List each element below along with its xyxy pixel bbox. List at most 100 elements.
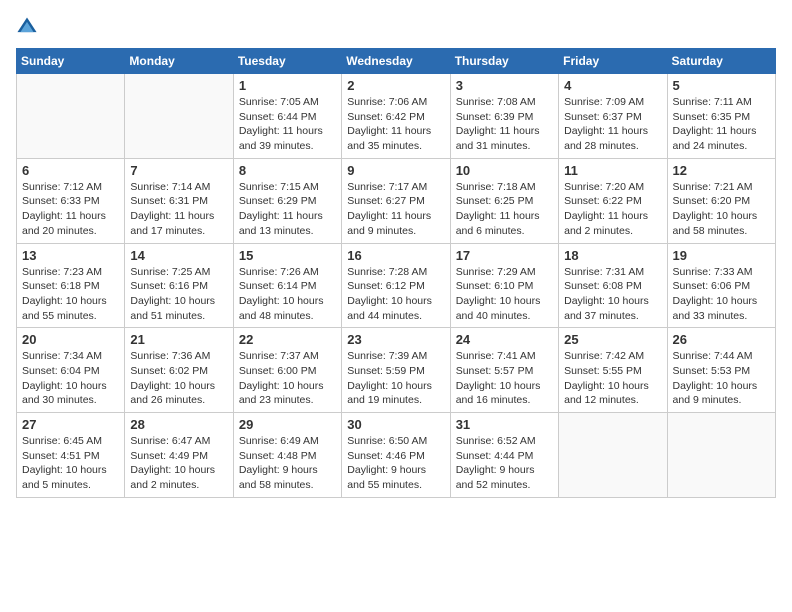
day-info: Sunrise: 7:34 AM Sunset: 6:04 PM Dayligh… xyxy=(22,349,119,408)
calendar-day-cell: 8 Sunrise: 7:15 AM Sunset: 6:29 PM Daylig… xyxy=(233,158,341,243)
calendar-day-cell: 11 Sunrise: 7:20 AM Sunset: 6:22 PM Dayli… xyxy=(559,158,667,243)
day-number: 16 xyxy=(347,248,444,263)
day-of-week-header: Friday xyxy=(559,49,667,74)
calendar-day-cell: 12 Sunrise: 7:21 AM Sunset: 6:20 PM Dayli… xyxy=(667,158,775,243)
calendar-day-cell xyxy=(667,413,775,498)
day-info: Sunrise: 7:25 AM Sunset: 6:16 PM Dayligh… xyxy=(130,265,227,324)
day-info: Sunrise: 7:26 AM Sunset: 6:14 PM Dayligh… xyxy=(239,265,336,324)
calendar-day-cell: 21 Sunrise: 7:36 AM Sunset: 6:02 PM Dayli… xyxy=(125,328,233,413)
day-info: Sunrise: 7:20 AM Sunset: 6:22 PM Dayligh… xyxy=(564,180,661,239)
day-number: 20 xyxy=(22,332,119,347)
page-header xyxy=(16,16,776,38)
day-of-week-header: Monday xyxy=(125,49,233,74)
calendar-day-cell: 15Sunrise: 7:26 AM Sunset: 6:14 PM Dayli… xyxy=(233,243,341,328)
day-info: Sunrise: 7:41 AM Sunset: 5:57 PM Dayligh… xyxy=(456,349,553,408)
day-number: 9 xyxy=(347,163,444,178)
day-info: Sunrise: 7:08 AM Sunset: 6:39 PM Dayligh… xyxy=(456,95,553,154)
calendar-day-cell: 16 Sunrise: 7:28 AM Sunset: 6:12 PM Dayli… xyxy=(342,243,450,328)
day-info: Sunrise: 7:37 AM Sunset: 6:00 PM Dayligh… xyxy=(239,349,336,408)
calendar-day-cell: 10 Sunrise: 7:18 AM Sunset: 6:25 PM Dayli… xyxy=(450,158,558,243)
calendar-day-cell xyxy=(125,74,233,159)
day-info: Sunrise: 6:47 AM Sunset: 4:49 PM Dayligh… xyxy=(130,434,227,493)
day-info: Sunrise: 7:29 AM Sunset: 6:10 PM Dayligh… xyxy=(456,265,553,324)
day-number: 23 xyxy=(347,332,444,347)
day-info: Sunrise: 6:52 AM Sunset: 4:44 PM Dayligh… xyxy=(456,434,553,493)
day-info: Sunrise: 6:49 AM Sunset: 4:48 PM Dayligh… xyxy=(239,434,336,493)
day-number: 11 xyxy=(564,163,661,178)
calendar-day-cell: 31 Sunrise: 6:52 AM Sunset: 4:44 PM Dayli… xyxy=(450,413,558,498)
calendar-day-cell: 3 Sunrise: 7:08 AM Sunset: 6:39 PM Daylig… xyxy=(450,74,558,159)
day-number: 3 xyxy=(456,78,553,93)
calendar-day-cell: 25 Sunrise: 7:42 AM Sunset: 5:55 PM Dayli… xyxy=(559,328,667,413)
day-number: 19 xyxy=(673,248,770,263)
calendar-day-cell: 23Sunrise: 7:39 AM Sunset: 5:59 PM Dayli… xyxy=(342,328,450,413)
calendar-week-row: 6 Sunrise: 7:12 AM Sunset: 6:33 PM Daylig… xyxy=(17,158,776,243)
day-number: 7 xyxy=(130,163,227,178)
day-info: Sunrise: 6:45 AM Sunset: 4:51 PM Dayligh… xyxy=(22,434,119,493)
day-info: Sunrise: 7:23 AM Sunset: 6:18 PM Dayligh… xyxy=(22,265,119,324)
calendar-week-row: 1 Sunrise: 7:05 AM Sunset: 6:44 PM Daylig… xyxy=(17,74,776,159)
day-info: Sunrise: 7:31 AM Sunset: 6:08 PM Dayligh… xyxy=(564,265,661,324)
day-number: 8 xyxy=(239,163,336,178)
calendar-day-cell: 22 Sunrise: 7:37 AM Sunset: 6:00 PM Dayli… xyxy=(233,328,341,413)
day-number: 6 xyxy=(22,163,119,178)
day-number: 21 xyxy=(130,332,227,347)
day-number: 24 xyxy=(456,332,553,347)
day-number: 10 xyxy=(456,163,553,178)
calendar-day-cell: 29Sunrise: 6:49 AM Sunset: 4:48 PM Dayli… xyxy=(233,413,341,498)
calendar-day-cell: 24 Sunrise: 7:41 AM Sunset: 5:57 PM Dayli… xyxy=(450,328,558,413)
calendar-day-cell: 28Sunrise: 6:47 AM Sunset: 4:49 PM Dayli… xyxy=(125,413,233,498)
day-info: Sunrise: 6:50 AM Sunset: 4:46 PM Dayligh… xyxy=(347,434,444,493)
day-number: 31 xyxy=(456,417,553,432)
day-number: 22 xyxy=(239,332,336,347)
day-of-week-header: Thursday xyxy=(450,49,558,74)
day-info: Sunrise: 7:28 AM Sunset: 6:12 PM Dayligh… xyxy=(347,265,444,324)
day-info: Sunrise: 7:05 AM Sunset: 6:44 PM Dayligh… xyxy=(239,95,336,154)
day-info: Sunrise: 7:17 AM Sunset: 6:27 PM Dayligh… xyxy=(347,180,444,239)
day-info: Sunrise: 7:18 AM Sunset: 6:25 PM Dayligh… xyxy=(456,180,553,239)
calendar-week-row: 27 Sunrise: 6:45 AM Sunset: 4:51 PM Dayli… xyxy=(17,413,776,498)
day-info: Sunrise: 7:33 AM Sunset: 6:06 PM Dayligh… xyxy=(673,265,770,324)
day-info: Sunrise: 7:21 AM Sunset: 6:20 PM Dayligh… xyxy=(673,180,770,239)
day-number: 18 xyxy=(564,248,661,263)
calendar-day-cell: 7 Sunrise: 7:14 AM Sunset: 6:31 PM Daylig… xyxy=(125,158,233,243)
calendar-day-cell: 17Sunrise: 7:29 AM Sunset: 6:10 PM Dayli… xyxy=(450,243,558,328)
day-info: Sunrise: 7:15 AM Sunset: 6:29 PM Dayligh… xyxy=(239,180,336,239)
calendar-day-cell: 4 Sunrise: 7:09 AM Sunset: 6:37 PM Daylig… xyxy=(559,74,667,159)
calendar-day-cell: 5Sunrise: 7:11 AM Sunset: 6:35 PM Daylig… xyxy=(667,74,775,159)
calendar-week-row: 20 Sunrise: 7:34 AM Sunset: 6:04 PM Dayli… xyxy=(17,328,776,413)
day-number: 30 xyxy=(347,417,444,432)
logo xyxy=(16,16,46,38)
day-info: Sunrise: 7:09 AM Sunset: 6:37 PM Dayligh… xyxy=(564,95,661,154)
day-of-week-header: Sunday xyxy=(17,49,125,74)
day-info: Sunrise: 7:14 AM Sunset: 6:31 PM Dayligh… xyxy=(130,180,227,239)
calendar-day-cell: 19 Sunrise: 7:33 AM Sunset: 6:06 PM Dayli… xyxy=(667,243,775,328)
day-number: 25 xyxy=(564,332,661,347)
day-info: Sunrise: 7:36 AM Sunset: 6:02 PM Dayligh… xyxy=(130,349,227,408)
calendar-day-cell: 13 Sunrise: 7:23 AM Sunset: 6:18 PM Dayli… xyxy=(17,243,125,328)
calendar-day-cell xyxy=(17,74,125,159)
day-number: 12 xyxy=(673,163,770,178)
calendar-day-cell: 14 Sunrise: 7:25 AM Sunset: 6:16 PM Dayli… xyxy=(125,243,233,328)
day-info: Sunrise: 7:44 AM Sunset: 5:53 PM Dayligh… xyxy=(673,349,770,408)
day-info: Sunrise: 7:12 AM Sunset: 6:33 PM Dayligh… xyxy=(22,180,119,239)
day-number: 13 xyxy=(22,248,119,263)
day-number: 27 xyxy=(22,417,119,432)
day-of-week-header: Saturday xyxy=(667,49,775,74)
day-number: 4 xyxy=(564,78,661,93)
calendar-day-cell: 1 Sunrise: 7:05 AM Sunset: 6:44 PM Daylig… xyxy=(233,74,341,159)
calendar-day-cell: 30 Sunrise: 6:50 AM Sunset: 4:46 PM Dayli… xyxy=(342,413,450,498)
calendar-table: SundayMondayTuesdayWednesdayThursdayFrid… xyxy=(16,48,776,498)
calendar-day-cell: 6 Sunrise: 7:12 AM Sunset: 6:33 PM Daylig… xyxy=(17,158,125,243)
day-number: 2 xyxy=(347,78,444,93)
calendar-day-cell xyxy=(559,413,667,498)
day-info: Sunrise: 7:42 AM Sunset: 5:55 PM Dayligh… xyxy=(564,349,661,408)
calendar-week-row: 13 Sunrise: 7:23 AM Sunset: 6:18 PM Dayli… xyxy=(17,243,776,328)
day-number: 5 xyxy=(673,78,770,93)
calendar-day-cell: 2Sunrise: 7:06 AM Sunset: 6:42 PM Daylig… xyxy=(342,74,450,159)
day-number: 14 xyxy=(130,248,227,263)
day-number: 1 xyxy=(239,78,336,93)
day-number: 26 xyxy=(673,332,770,347)
calendar-day-cell: 27 Sunrise: 6:45 AM Sunset: 4:51 PM Dayli… xyxy=(17,413,125,498)
logo-icon xyxy=(16,16,38,38)
